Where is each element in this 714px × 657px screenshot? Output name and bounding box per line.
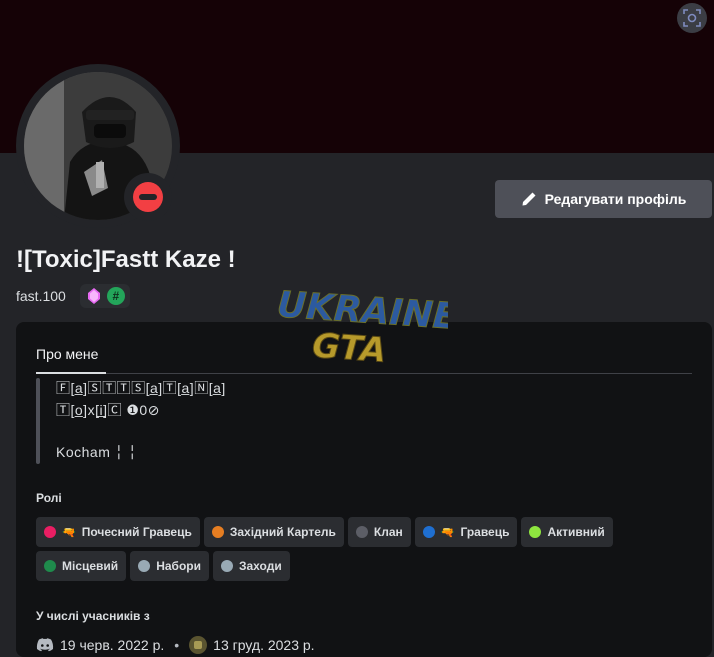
about-line: Kocham ╎ ╎ <box>56 444 137 460</box>
role-chip[interactable]: Західний Картель <box>203 517 344 547</box>
member-since-line: 19 черв. 2022 р. • 13 груд. 2023 р. <box>36 636 315 654</box>
role-chip[interactable]: Клан <box>347 517 411 547</box>
role-color-dot <box>138 560 151 572</box>
discord-logo-icon <box>36 638 54 652</box>
about-quote-bar <box>36 378 40 464</box>
role-chip[interactable]: Місцевий <box>36 551 127 581</box>
role-emoji-icon: 🔫 <box>62 526 76 539</box>
server-member-date: 13 груд. 2023 р. <box>213 637 315 653</box>
role-chip[interactable]: 🔫 Гравець <box>414 517 518 547</box>
role-color-dot <box>44 560 56 572</box>
role-chip[interactable]: Заходи <box>212 551 290 581</box>
tab-divider <box>36 373 692 374</box>
roles-title: Ролі <box>36 491 62 505</box>
tab-active-indicator <box>36 372 106 374</box>
role-label: Почесний Гравець <box>81 525 192 539</box>
role-emoji-icon: 🔫 <box>440 526 455 539</box>
role-color-dot <box>220 560 233 572</box>
status-dnd-icon <box>133 182 163 212</box>
role-color-dot <box>44 526 56 538</box>
role-chip[interactable]: Набори <box>130 551 209 581</box>
tab-about-me[interactable]: Про мене <box>36 346 98 362</box>
role-color-dot <box>422 526 435 538</box>
role-label: Заходи <box>238 559 282 573</box>
role-chip[interactable]: Активний <box>521 517 613 547</box>
role-label: Західний Картель <box>229 525 336 539</box>
about-line: 🄵[a̲]🅂🅃🅃🅂[a̲]🅃[a̲]🄽[a̲] <box>56 380 226 396</box>
role-label: Активний <box>547 525 605 539</box>
hashtag-icon[interactable]: # <box>106 287 125 305</box>
role-label: Набори <box>156 559 201 573</box>
role-color-dot <box>211 526 224 538</box>
edit-profile-button[interactable]: Редагувати профіль <box>495 180 712 218</box>
date-separator: • <box>174 637 180 653</box>
member-since-title: У числі учасників з <box>36 609 150 623</box>
badge-list: # <box>79 284 130 308</box>
user-line: fast.100 # <box>16 284 130 308</box>
role-color-dot <box>529 526 542 538</box>
server-icon <box>189 636 208 654</box>
role-chip[interactable]: 🔫 Почесний Гравець <box>36 517 200 547</box>
edit-profile-label: Редагувати профіль <box>544 191 687 207</box>
about-line: 🅃[o̲]x[i̲]🄲 ❶0⊘ <box>56 402 160 418</box>
role-color-dot <box>355 526 368 538</box>
scan-button[interactable] <box>677 3 707 33</box>
username: fast.100 <box>16 288 66 304</box>
scan-icon <box>683 9 701 27</box>
role-label: Клан <box>373 525 403 539</box>
nitro-gem-icon[interactable] <box>85 287 103 305</box>
display-name: ![Toxic]Fastt Kaze ! <box>16 246 236 273</box>
pencil-icon <box>522 192 536 206</box>
roles-list: 🔫 Почесний Гравець Західний Картель Клан 🔫 Гр… <box>36 517 686 581</box>
role-label: Місцевий <box>62 559 119 573</box>
discord-member-date: 19 черв. 2022 р. <box>60 637 165 653</box>
role-label: Гравець <box>460 525 510 539</box>
